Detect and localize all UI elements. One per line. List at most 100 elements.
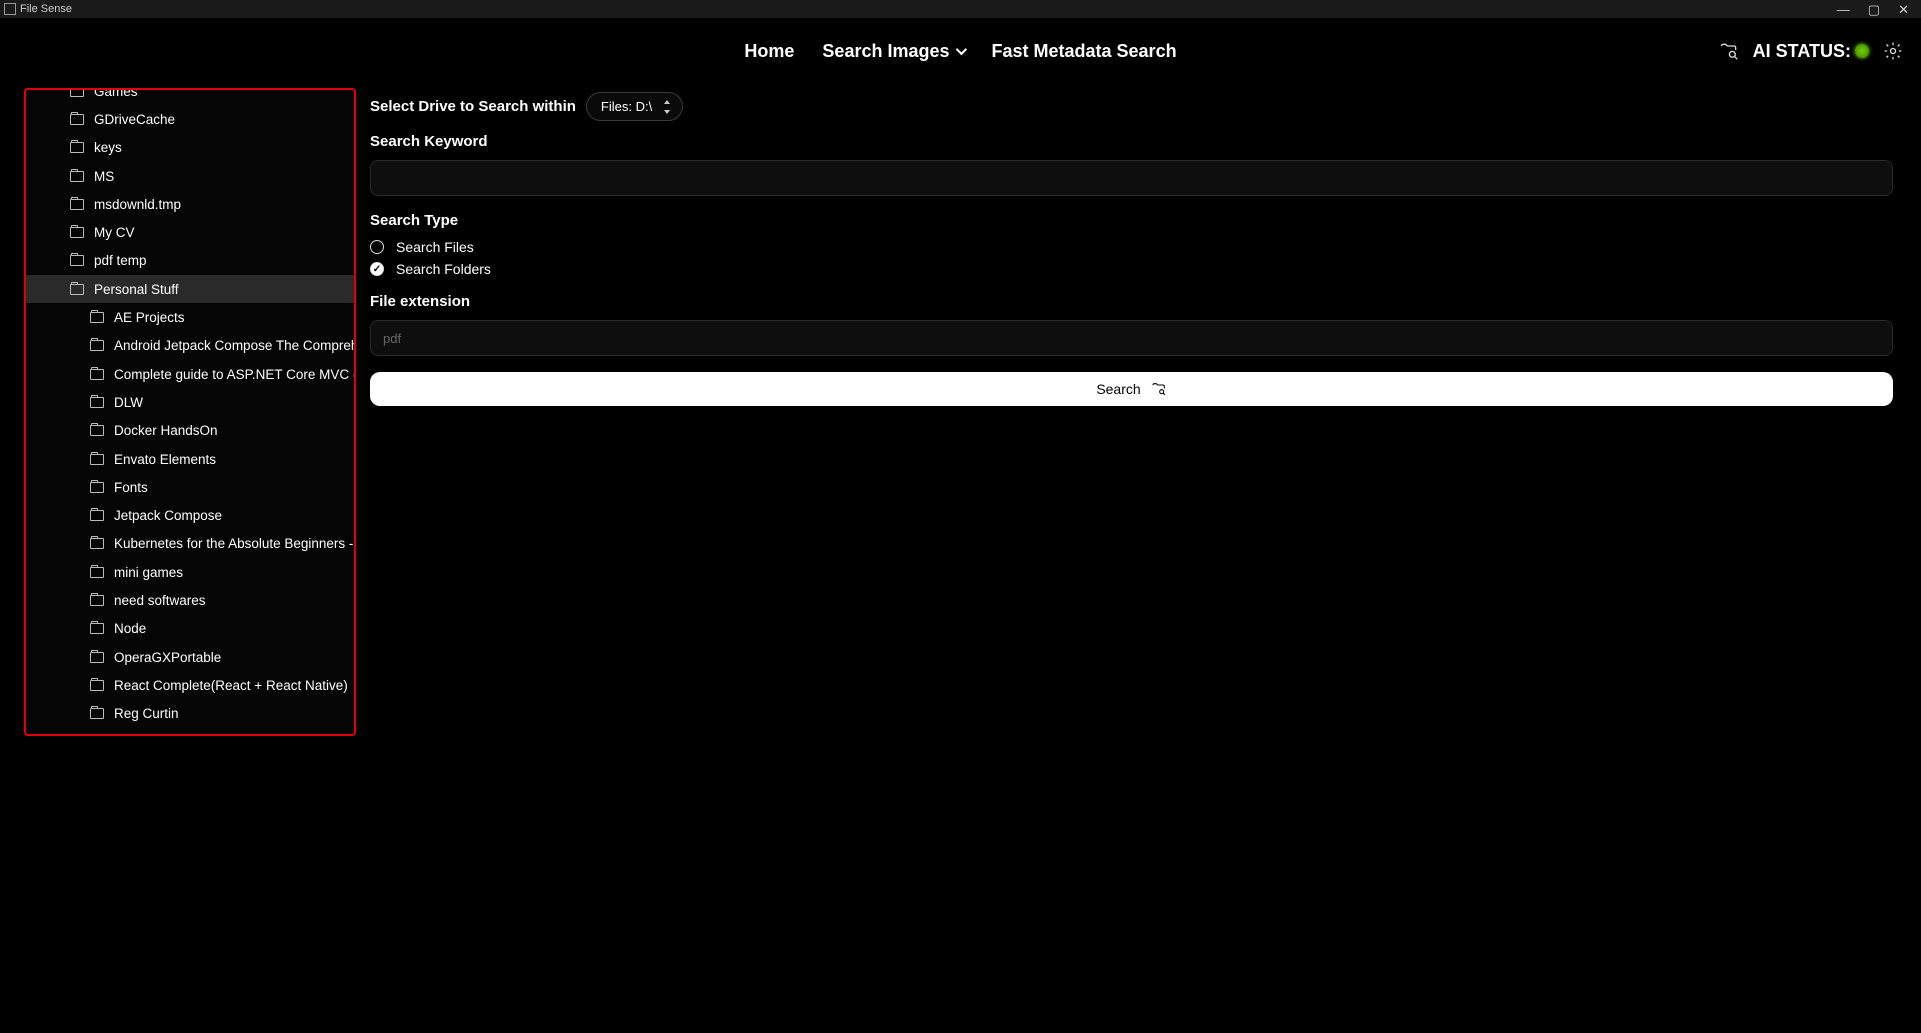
folder-icon [90, 680, 104, 691]
spinner-icon [662, 100, 672, 114]
search-button[interactable]: Search [370, 372, 1893, 406]
folder-icon [70, 114, 84, 125]
app-icon [4, 3, 16, 15]
tree-item-label: Reg Curtin [114, 706, 179, 721]
nav-search-images[interactable]: Search Images [822, 41, 963, 62]
gear-icon[interactable] [1883, 41, 1903, 61]
tree-item[interactable]: Envato Elements [26, 445, 354, 473]
tree-item[interactable]: GDriveCache [26, 105, 354, 133]
folder-icon [90, 652, 104, 663]
search-panel: Select Drive to Search within Files: D:\… [356, 84, 1921, 736]
drive-select[interactable]: Files: D:\ [586, 92, 683, 121]
tree-item[interactable]: pdf temp [26, 247, 354, 275]
search-folder-icon[interactable] [1719, 41, 1739, 61]
nav-home[interactable]: Home [744, 41, 794, 62]
tree-item-label: pdf temp [94, 253, 147, 268]
tree-item[interactable]: Kubernetes for the Absolute Beginners - … [26, 530, 354, 558]
drive-label: Select Drive to Search within [370, 98, 576, 115]
ext-input[interactable] [370, 320, 1893, 356]
folder-icon [90, 538, 104, 549]
minimize-button[interactable]: — [1837, 3, 1850, 16]
tree-item[interactable]: Node [26, 615, 354, 643]
tree-item[interactable]: AE Projects [26, 303, 354, 331]
tree-item[interactable]: keys [26, 134, 354, 162]
ext-label: File extension [370, 293, 1893, 310]
keyword-input[interactable] [370, 160, 1893, 196]
tree-item-label: Android Jetpack Compose The Comprehensiv… [114, 338, 354, 353]
folder-tree[interactable]: Games GDriveCache keys MS msdownld.tmpMy CV p… [24, 88, 356, 736]
tree-item[interactable]: MS [26, 162, 354, 190]
tree-item[interactable]: Fonts [26, 473, 354, 501]
tree-item-label: Fonts [114, 480, 148, 495]
keyword-label: Search Keyword [370, 133, 1893, 150]
folder-icon [90, 595, 104, 606]
tree-item[interactable]: Complete guide to ASP.NET Core MVC (.NET… [26, 360, 354, 388]
folder-icon [90, 708, 104, 719]
tree-item[interactable]: Docker HandsOn [26, 417, 354, 445]
tree-item-label: Jetpack Compose [114, 508, 222, 523]
tree-item[interactable]: mini games [26, 558, 354, 586]
search-type-label: Search Type [370, 212, 1893, 229]
radio-folders-label: Search Folders [396, 261, 491, 277]
folder-icon [70, 284, 84, 295]
nav: Home Search Images Fast Metadata Search [744, 41, 1176, 62]
folder-icon [90, 623, 104, 634]
chevron-down-icon [955, 44, 966, 55]
tree-item-label: GDriveCache [94, 112, 175, 127]
titlebar: File Sense — ▢ ✕ [0, 0, 1921, 18]
tree-item-label: Complete guide to ASP.NET Core MVC (.NET… [114, 367, 354, 382]
tree-item-label: OperaGXPortable [114, 650, 221, 665]
nav-fast-metadata-label: Fast Metadata Search [992, 41, 1177, 62]
maximize-button[interactable]: ▢ [1868, 3, 1880, 16]
tree-item-label: React Complete(React + React Native) [114, 678, 348, 693]
tree-item-label: keys [94, 140, 122, 155]
tree-item[interactable]: Android Jetpack Compose The Comprehensiv… [26, 332, 354, 360]
folder-icon [70, 88, 84, 97]
folder-icon [70, 199, 84, 210]
tree-item-label: Kubernetes for the Absolute Beginners - … [114, 536, 354, 551]
radio-search-folders[interactable]: Search Folders [370, 261, 1893, 277]
tree-item[interactable]: OperaGXPortable [26, 643, 354, 671]
folder-icon [70, 227, 84, 238]
search-folder-icon [1151, 381, 1167, 397]
tree-item-label: need softwares [114, 593, 206, 608]
tree-item[interactable]: Reg Curtin [26, 700, 354, 728]
app-title: File Sense [20, 3, 72, 15]
folder-icon [90, 567, 104, 578]
tree-item-label: Docker HandsOn [114, 423, 218, 438]
header: Home Search Images Fast Metadata Search … [0, 18, 1921, 84]
window-controls: — ▢ ✕ [1837, 3, 1917, 16]
radio-icon [370, 240, 384, 254]
folder-icon [70, 142, 84, 153]
tree-item-label: Envato Elements [114, 452, 216, 467]
tree-item[interactable]: Personal Stuff [26, 275, 354, 303]
tree-item[interactable]: Games [26, 88, 354, 105]
tree-item-label: Node [114, 621, 146, 636]
tree-item[interactable]: React Complete(React + React Native) [26, 671, 354, 699]
tree-item[interactable]: DLW [26, 388, 354, 416]
radio-checked-icon [370, 262, 384, 276]
folder-icon [90, 482, 104, 493]
nav-fast-metadata[interactable]: Fast Metadata Search [992, 41, 1177, 62]
folder-icon [90, 510, 104, 521]
nav-home-label: Home [744, 41, 794, 62]
tree-item-label: AE Projects [114, 310, 185, 325]
drive-value: Files: D:\ [601, 99, 652, 114]
ai-status: AI STATUS: [1753, 41, 1869, 62]
tree-item[interactable]: need softwares [26, 586, 354, 614]
folder-icon [90, 312, 104, 323]
folder-icon [70, 171, 84, 182]
folder-icon [70, 255, 84, 266]
radio-search-files[interactable]: Search Files [370, 239, 1893, 255]
tree-item[interactable]: My CV [26, 218, 354, 246]
folder-icon [90, 425, 104, 436]
tree-item-label: mini games [114, 565, 183, 580]
ai-status-label: AI STATUS: [1753, 41, 1851, 62]
tree-item-label: MS [94, 169, 114, 184]
tree-item[interactable]: Jetpack Compose [26, 501, 354, 529]
folder-icon [90, 454, 104, 465]
tree-item[interactable]: msdownld.tmp [26, 190, 354, 218]
status-indicator-icon [1855, 44, 1869, 58]
search-button-label: Search [1096, 381, 1140, 397]
close-button[interactable]: ✕ [1898, 3, 1909, 16]
